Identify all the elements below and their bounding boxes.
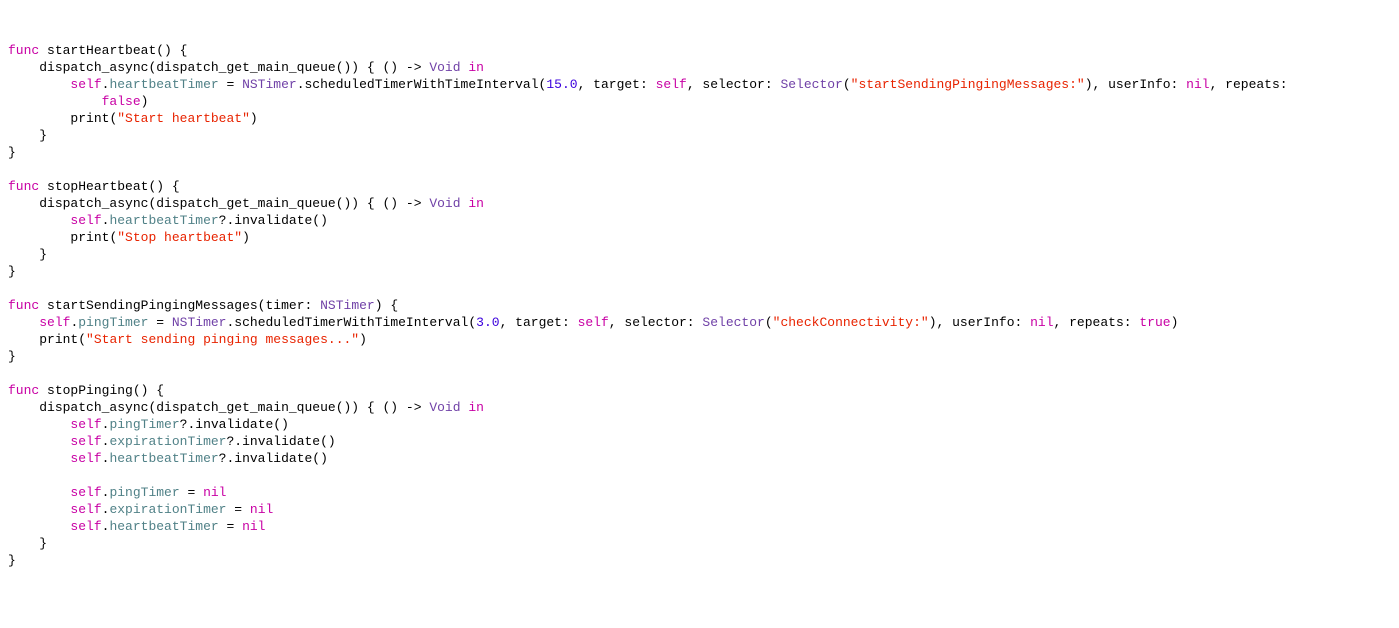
keyword-in: in xyxy=(468,60,484,75)
keyword-in: in xyxy=(468,400,484,415)
type-selector: Selector xyxy=(702,315,764,330)
keyword-func: func xyxy=(8,298,39,313)
keyword-true: true xyxy=(1139,315,1170,330)
keyword-self: self xyxy=(70,519,101,534)
label: , userInfo: xyxy=(1093,77,1187,92)
dispatch-async: dispatch_async xyxy=(39,60,148,75)
number: 3.0 xyxy=(476,315,499,330)
label: , target: xyxy=(500,315,578,330)
keyword-self: self xyxy=(578,315,609,330)
member-heartbeat: heartbeatTimer xyxy=(109,451,218,466)
keyword-self: self xyxy=(70,502,101,517)
func-name: startHeartbeat xyxy=(47,43,156,58)
keyword-false: false xyxy=(102,94,141,109)
func-name: startSendingPingingMessages xyxy=(47,298,258,313)
type-nstimer: NSTimer xyxy=(242,77,297,92)
label: , repeats: xyxy=(1210,77,1296,92)
print-fn: print xyxy=(70,230,109,245)
string: "checkConnectivity:" xyxy=(773,315,929,330)
label: , repeats: xyxy=(1054,315,1140,330)
type-selector: Selector xyxy=(780,77,842,92)
keyword-self: self xyxy=(656,77,687,92)
method: invalidate xyxy=(234,213,312,228)
label: , selector: xyxy=(687,77,781,92)
method: scheduledTimerWithTimeInterval xyxy=(234,315,468,330)
print-fn: print xyxy=(70,111,109,126)
member-heartbeat: heartbeatTimer xyxy=(109,213,218,228)
member-pingtimer: pingTimer xyxy=(78,315,148,330)
keyword-self: self xyxy=(70,434,101,449)
member-heartbeat: heartbeatTimer xyxy=(109,519,218,534)
keyword-nil: nil xyxy=(250,502,273,517)
label: , selector: xyxy=(609,315,703,330)
string: "Start sending pinging messages..." xyxy=(86,332,359,347)
number: 15.0 xyxy=(546,77,577,92)
member-pingtimer: pingTimer xyxy=(109,417,179,432)
keyword-self: self xyxy=(70,417,101,432)
member-heartbeat: heartbeatTimer xyxy=(109,77,218,92)
member-expiration: expirationTimer xyxy=(109,434,226,449)
member-pingtimer: pingTimer xyxy=(109,485,179,500)
type-void: Void xyxy=(429,400,460,415)
type-void: Void xyxy=(429,60,460,75)
keyword-self: self xyxy=(70,485,101,500)
keyword-self: self xyxy=(39,315,70,330)
func-name: stopPinging xyxy=(47,383,133,398)
dispatch-async: dispatch_async xyxy=(39,400,148,415)
label: , target: xyxy=(578,77,656,92)
type-nstimer: NSTimer xyxy=(320,298,375,313)
keyword-self: self xyxy=(70,77,101,92)
keyword-in: in xyxy=(468,196,484,211)
label: , userInfo: xyxy=(937,315,1031,330)
type-void: Void xyxy=(429,196,460,211)
keyword-nil: nil xyxy=(1030,315,1053,330)
string: "Start heartbeat" xyxy=(117,111,250,126)
dispatch-main: dispatch_get_main_queue xyxy=(156,60,335,75)
keyword-nil: nil xyxy=(242,519,265,534)
keyword-self: self xyxy=(70,451,101,466)
keyword-nil: nil xyxy=(1186,77,1209,92)
method: invalidate xyxy=(195,417,273,432)
method: invalidate xyxy=(242,434,320,449)
code-block: func startHeartbeat() { dispatch_async(d… xyxy=(8,42,1391,569)
keyword-func: func xyxy=(8,43,39,58)
method: invalidate xyxy=(234,451,312,466)
method: scheduledTimerWithTimeInterval xyxy=(305,77,539,92)
keyword-func: func xyxy=(8,179,39,194)
string: "startSendingPingingMessages:" xyxy=(851,77,1085,92)
func-name: stopHeartbeat xyxy=(47,179,148,194)
keyword-self: self xyxy=(70,213,101,228)
dispatch-main: dispatch_get_main_queue xyxy=(156,400,335,415)
print-fn: print xyxy=(39,332,78,347)
dispatch-async: dispatch_async xyxy=(39,196,148,211)
keyword-nil: nil xyxy=(203,485,226,500)
type-nstimer: NSTimer xyxy=(172,315,227,330)
dispatch-main: dispatch_get_main_queue xyxy=(156,196,335,211)
string: "Stop heartbeat" xyxy=(117,230,242,245)
param-label: timer xyxy=(265,298,304,313)
keyword-func: func xyxy=(8,383,39,398)
member-expiration: expirationTimer xyxy=(109,502,226,517)
